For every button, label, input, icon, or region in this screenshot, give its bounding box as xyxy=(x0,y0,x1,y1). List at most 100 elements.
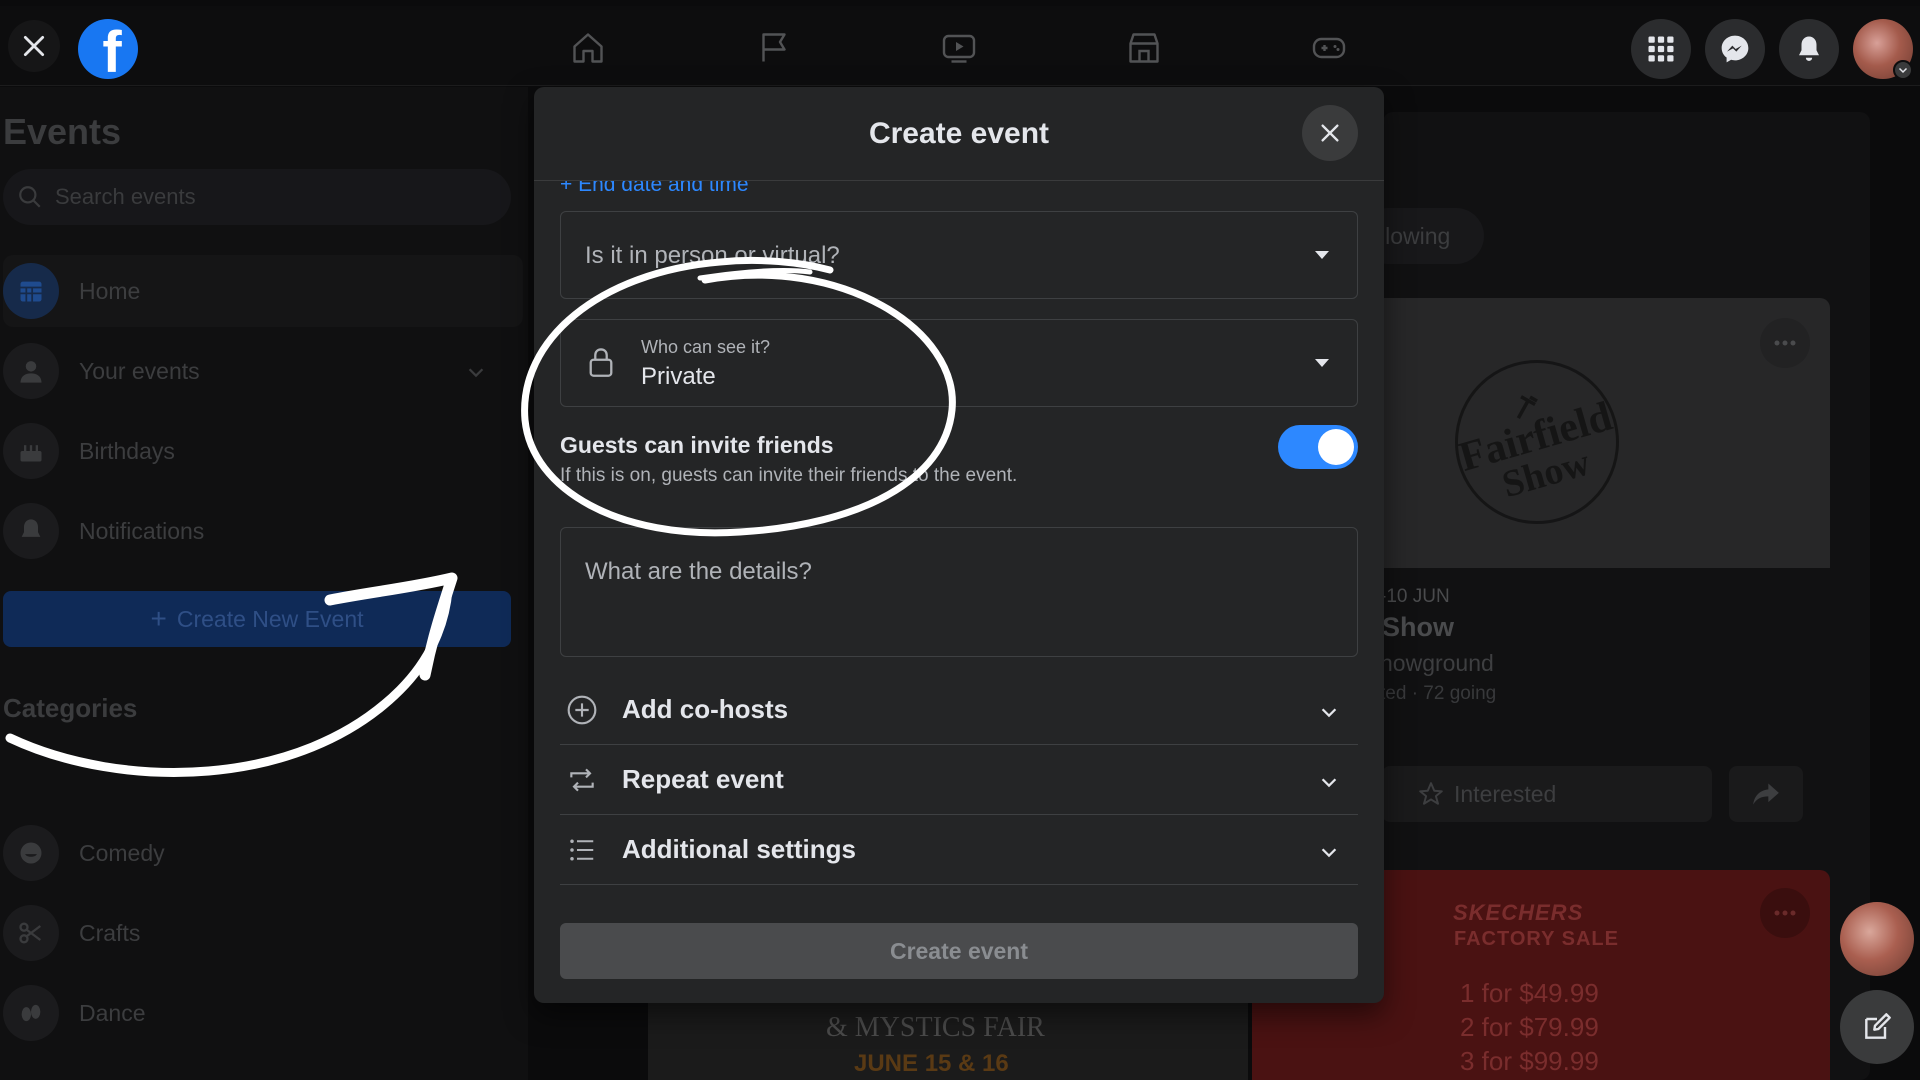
plus-circle-icon xyxy=(562,694,602,726)
menu-grid-icon xyxy=(1648,36,1674,62)
messenger-icon xyxy=(1721,35,1749,63)
sidebar-item-comedy[interactable]: Comedy xyxy=(3,817,523,889)
accordion-label: Add co-hosts xyxy=(622,694,789,724)
events-sidebar: Events Search events Home Your events Bi… xyxy=(0,87,528,1080)
create-event-submit-button[interactable]: Create event xyxy=(560,923,1358,979)
promo-subtitle: FACTORY SALE xyxy=(1454,928,1619,950)
sidebar-item-label: Notifications xyxy=(79,517,205,544)
privacy-value: Private xyxy=(641,363,716,390)
caret-down-icon xyxy=(1315,359,1329,367)
scissors-icon xyxy=(3,905,59,961)
sidebar-item-label: Comedy xyxy=(79,839,165,866)
chat-avatar[interactable] xyxy=(1840,902,1914,976)
sidebar-item-home[interactable]: Home xyxy=(3,255,523,327)
event-location: howground xyxy=(1380,650,1494,676)
more-icon xyxy=(1774,910,1796,916)
privacy-label: Who can see it? xyxy=(641,337,771,357)
close-icon xyxy=(23,35,45,57)
lock-icon xyxy=(589,348,613,377)
more-icon xyxy=(1774,340,1796,346)
promo-brand: SKECHERS xyxy=(1453,900,1584,925)
privacy-select[interactable]: Who can see it? Private xyxy=(560,319,1358,407)
sidebar-item-notifications[interactable]: Notifications xyxy=(3,495,523,567)
chevron-down-icon xyxy=(1321,778,1337,788)
calendar-icon xyxy=(3,263,59,319)
submit-label: Create event xyxy=(889,937,1029,964)
sidebar-item-birthdays[interactable]: Birthdays xyxy=(3,415,523,487)
top-navigation-bar: f xyxy=(0,6,1920,86)
menu-button[interactable] xyxy=(1631,19,1691,79)
sidebar-item-crafts[interactable]: Crafts xyxy=(3,897,523,969)
details-textarea[interactable]: What are the details? xyxy=(560,527,1358,657)
add-co-hosts-row[interactable]: Add co-hosts xyxy=(560,675,1358,745)
close-icon xyxy=(1321,124,1339,142)
search-events-input[interactable]: Search events xyxy=(3,169,511,225)
categories-heading: Categories xyxy=(3,693,138,723)
sidebar-item-your-events[interactable]: Your events xyxy=(3,335,523,407)
sidebar-item-label: Dance xyxy=(79,999,146,1026)
caret-down-icon xyxy=(1315,251,1329,259)
details-placeholder: What are the details? xyxy=(585,558,812,585)
edit-icon xyxy=(1865,1013,1891,1039)
chevron-down-icon xyxy=(1321,848,1337,858)
location-type-select[interactable]: Is it in person or virtual? xyxy=(560,211,1358,299)
additional-settings-row[interactable]: Additional settings xyxy=(560,815,1358,885)
close-button[interactable] xyxy=(8,20,60,72)
flag-icon[interactable] xyxy=(752,28,796,68)
star-icon xyxy=(1419,782,1443,805)
accordion-label: Repeat event xyxy=(622,764,784,794)
repeat-icon xyxy=(562,764,602,796)
dialog-close-button[interactable] xyxy=(1302,105,1358,161)
interested-button[interactable]: Interested xyxy=(1382,766,1712,822)
chevron-down-icon xyxy=(1321,708,1337,718)
marketplace-icon[interactable] xyxy=(1122,28,1166,68)
repeat-event-row[interactable]: Repeat event xyxy=(560,745,1358,815)
sidebar-item-dance[interactable]: Dance xyxy=(3,977,523,1049)
dialog-header: Create event xyxy=(534,87,1384,181)
person-icon xyxy=(3,343,59,399)
chevron-down-icon[interactable] xyxy=(465,361,487,383)
accordion-label: Additional settings xyxy=(622,834,856,864)
new-message-button[interactable] xyxy=(1840,990,1914,1064)
list-icon xyxy=(562,835,602,865)
bell-icon xyxy=(3,503,59,559)
share-icon xyxy=(1753,783,1779,805)
search-placeholder: Search events xyxy=(55,184,196,209)
cake-icon xyxy=(3,423,59,479)
promo-line: 2 for $79.99 xyxy=(1460,1012,1599,1042)
create-new-event-button[interactable]: + Create New Event xyxy=(3,591,511,647)
event-name[interactable]: Show xyxy=(1382,612,1454,643)
notifications-button[interactable] xyxy=(1779,19,1839,79)
dance-icon xyxy=(3,985,59,1041)
fair-title: & MYSTICS FAIR xyxy=(826,1012,1045,1043)
interested-label: Interested xyxy=(1454,780,1557,807)
promo-line: 1 for $49.99 xyxy=(1460,978,1599,1008)
fair-date: JUNE 15 & 16 xyxy=(854,1050,1009,1077)
guests-invite-toggle[interactable] xyxy=(1278,425,1358,469)
account-chevron-icon[interactable] xyxy=(1893,60,1913,80)
gaming-icon[interactable] xyxy=(1307,28,1351,68)
toggle-knob xyxy=(1318,429,1354,465)
location-type-placeholder: Is it in person or virtual? xyxy=(585,242,840,269)
create-event-dialog: Create event + End date and time Is it i… xyxy=(534,87,1384,1003)
bell-icon xyxy=(1799,36,1819,61)
share-button[interactable] xyxy=(1729,766,1803,822)
search-icon xyxy=(19,186,41,208)
promo-line: 3 for $99.99 xyxy=(1460,1046,1599,1076)
event-meta: ted · 72 going xyxy=(1380,683,1497,704)
sidebar-item-label: Birthdays xyxy=(79,437,175,464)
card-more-button[interactable] xyxy=(1760,318,1810,368)
laugh-icon xyxy=(3,825,59,881)
guests-invite-description: If this is on, guests can invite their f… xyxy=(560,465,1018,486)
sidebar-item-label: Your events xyxy=(79,357,200,384)
sidebar-item-label: Crafts xyxy=(79,919,141,946)
messenger-button[interactable] xyxy=(1705,19,1765,79)
home-icon[interactable] xyxy=(566,28,610,68)
facebook-logo[interactable]: f xyxy=(78,19,138,79)
sidebar-title: Events xyxy=(3,111,122,152)
video-icon[interactable] xyxy=(937,28,981,68)
promo-more-button[interactable] xyxy=(1760,888,1810,938)
plus-icon: + xyxy=(150,603,167,634)
create-new-event-label: Create New Event xyxy=(176,605,364,632)
guests-invite-title: Guests can invite friends xyxy=(560,432,834,458)
